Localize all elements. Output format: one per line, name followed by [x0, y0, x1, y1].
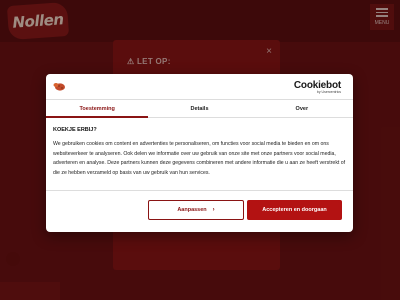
dialog-header: Cookiebot by Usercentrics [46, 74, 353, 98]
tab-over[interactable]: Over [251, 100, 353, 117]
chevron-right-icon: › [212, 207, 215, 213]
consent-tabs: Toestemming Details Over [46, 99, 353, 118]
tab-toestemming[interactable]: Toestemming [46, 100, 149, 118]
consent-actions: Aanpassen › Accepteren en doorgaan [46, 190, 353, 232]
customize-label: Aanpassen [177, 207, 207, 213]
consent-body: KOEKJE ERBIJ? We gebruiken cookies om co… [53, 127, 346, 178]
cookie-consent-dialog: Cookiebot by Usercentrics Toestemming De… [46, 74, 353, 232]
cookiebot-logo[interactable]: Cookiebot by Usercentrics [294, 80, 341, 94]
tab-details[interactable]: Details [148, 100, 250, 117]
consent-heading: KOEKJE ERBIJ? [53, 127, 97, 133]
accept-button[interactable]: Accepteren en doorgaan [247, 200, 342, 220]
consent-text: We gebruiken cookies om content en adver… [53, 141, 346, 176]
site-cookie-icon [53, 83, 65, 91]
customize-button[interactable]: Aanpassen › [148, 200, 244, 220]
